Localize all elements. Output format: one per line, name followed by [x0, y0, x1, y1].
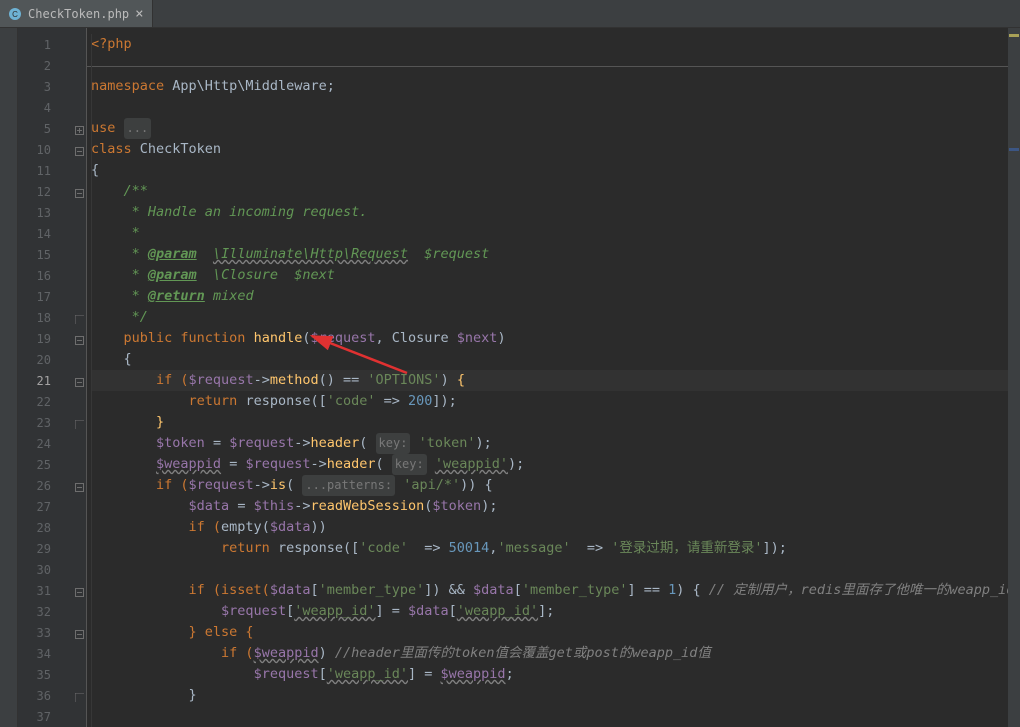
- code-line[interactable]: $request['weapp_id'] = $weappid;: [91, 664, 1020, 685]
- line-number[interactable]: 4: [18, 97, 73, 118]
- svg-text:C: C: [12, 10, 18, 19]
- line-number[interactable]: 25: [18, 454, 73, 475]
- code-line[interactable]: class CheckToken: [91, 139, 1020, 160]
- code-line[interactable]: [91, 559, 1020, 580]
- fold-gutter: [73, 28, 87, 727]
- code-line[interactable]: public function handle($request, Closure…: [91, 328, 1020, 349]
- fold-collapse-icon[interactable]: [75, 187, 84, 196]
- line-number[interactable]: 21: [18, 370, 73, 391]
- code-line[interactable]: return response(['code' => 200]);: [91, 391, 1020, 412]
- fold-collapse-icon[interactable]: [75, 376, 84, 385]
- line-number[interactable]: 32: [18, 601, 73, 622]
- code-line[interactable]: return response(['code' => 50014,'messag…: [91, 538, 1020, 559]
- code-line[interactable]: * @param \Illuminate\Http\Request $reque…: [91, 244, 1020, 265]
- code-line[interactable]: */: [91, 307, 1020, 328]
- line-number[interactable]: 16: [18, 265, 73, 286]
- line-number[interactable]: 12: [18, 181, 73, 202]
- code-line[interactable]: {: [91, 160, 1020, 181]
- line-number[interactable]: 30: [18, 559, 73, 580]
- code-line[interactable]: <?php: [91, 34, 1020, 55]
- fold-collapse-icon[interactable]: [75, 481, 84, 490]
- code-line[interactable]: }: [91, 685, 1020, 706]
- line-number[interactable]: 14: [18, 223, 73, 244]
- code-line[interactable]: * @param \Closure $next: [91, 265, 1020, 286]
- code-line[interactable]: $weappid = $request->header( key: 'weapp…: [91, 454, 1020, 475]
- fold-collapse-icon[interactable]: [75, 586, 84, 595]
- code-line[interactable]: $request['weapp_id'] = $data['weapp_id']…: [91, 601, 1020, 622]
- line-number[interactable]: 23: [18, 412, 73, 433]
- editor: 1 2 3 4 5 10 11 12 13 14 15 16 17 18 19 …: [0, 28, 1020, 727]
- code-line[interactable]: [91, 706, 1020, 727]
- code-line[interactable]: $token = $request->header( key: 'token')…: [91, 433, 1020, 454]
- fold-end-icon[interactable]: [75, 418, 84, 427]
- code-line[interactable]: if (empty($data)): [91, 517, 1020, 538]
- line-number[interactable]: 37: [18, 706, 73, 727]
- line-number[interactable]: 34: [18, 643, 73, 664]
- code-line-current[interactable]: if ($request->method() == 'OPTIONS') {: [91, 370, 1020, 391]
- line-number[interactable]: 26: [18, 475, 73, 496]
- fold-collapse-icon[interactable]: [75, 628, 84, 637]
- code-line[interactable]: [91, 97, 1020, 118]
- code-line[interactable]: *: [91, 223, 1020, 244]
- fold-expand-icon[interactable]: [75, 124, 84, 133]
- line-number[interactable]: 10: [18, 139, 73, 160]
- line-number[interactable]: 19: [18, 328, 73, 349]
- code-line[interactable]: }: [91, 412, 1020, 433]
- code-line[interactable]: if ($request->is( ...patterns: 'api/*'))…: [91, 475, 1020, 496]
- code-line[interactable]: /**: [91, 181, 1020, 202]
- scrollbar-warning-mark[interactable]: [1009, 34, 1019, 37]
- line-number[interactable]: 22: [18, 391, 73, 412]
- line-number[interactable]: 18: [18, 307, 73, 328]
- line-number[interactable]: 28: [18, 517, 73, 538]
- line-number[interactable]: 35: [18, 664, 73, 685]
- tab-bar: C CheckToken.php ×: [0, 0, 1020, 28]
- code-area[interactable]: <?php namespace App\Http\Middleware; use…: [87, 28, 1020, 727]
- file-tab[interactable]: C CheckToken.php ×: [0, 0, 153, 27]
- code-line[interactable]: if ($weappid) //header里面传的token值会覆盖get或p…: [91, 643, 1020, 664]
- code-line[interactable]: {: [91, 349, 1020, 370]
- line-number[interactable]: 5: [18, 118, 73, 139]
- line-number[interactable]: 3: [18, 76, 73, 97]
- line-number[interactable]: 15: [18, 244, 73, 265]
- php-file-icon: C: [8, 7, 22, 21]
- line-number[interactable]: 31: [18, 580, 73, 601]
- code-line[interactable]: namespace App\Http\Middleware;: [91, 76, 1020, 97]
- line-number[interactable]: 17: [18, 286, 73, 307]
- code-line[interactable]: use ...: [91, 118, 1020, 139]
- line-number[interactable]: 20: [18, 349, 73, 370]
- code-line[interactable]: * Handle an incoming request.: [91, 202, 1020, 223]
- close-icon[interactable]: ×: [135, 6, 143, 22]
- line-number[interactable]: 13: [18, 202, 73, 223]
- scrollbar[interactable]: [1008, 28, 1020, 727]
- scrollbar-info-mark[interactable]: [1009, 148, 1019, 151]
- line-number[interactable]: 27: [18, 496, 73, 517]
- line-number-gutter: 1 2 3 4 5 10 11 12 13 14 15 16 17 18 19 …: [18, 28, 73, 727]
- line-number[interactable]: 1: [18, 34, 73, 55]
- code-line[interactable]: * @return mixed: [91, 286, 1020, 307]
- code-line[interactable]: } else {: [91, 622, 1020, 643]
- line-number[interactable]: 36: [18, 685, 73, 706]
- left-margin: [0, 28, 18, 727]
- fold-collapse-icon[interactable]: [75, 145, 84, 154]
- fold-end-icon[interactable]: [75, 691, 84, 700]
- line-number[interactable]: 11: [18, 160, 73, 181]
- line-number[interactable]: 2: [18, 55, 73, 76]
- tab-filename: CheckToken.php: [28, 7, 129, 21]
- line-number[interactable]: 24: [18, 433, 73, 454]
- fold-collapse-icon[interactable]: [75, 334, 84, 343]
- line-number[interactable]: 33: [18, 622, 73, 643]
- line-number[interactable]: 29: [18, 538, 73, 559]
- code-line[interactable]: if (isset($data['member_type']) && $data…: [91, 580, 1020, 601]
- code-line[interactable]: $data = $this->readWebSession($token);: [91, 496, 1020, 517]
- fold-end-icon[interactable]: [75, 313, 84, 322]
